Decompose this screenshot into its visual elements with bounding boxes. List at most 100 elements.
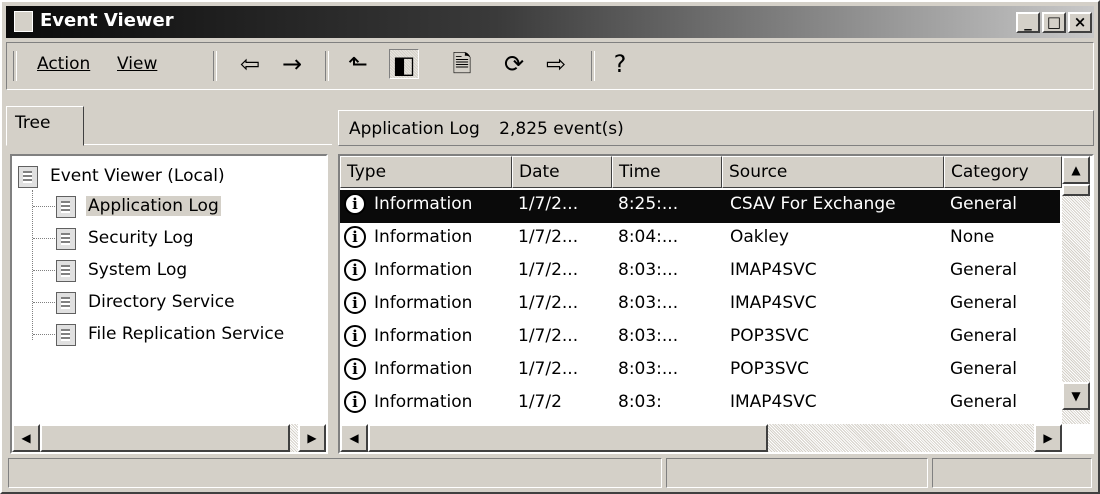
tree-item-label: System Log bbox=[88, 260, 188, 280]
tree-item-label: Event Viewer (Local) bbox=[50, 166, 225, 186]
cell-type: Information bbox=[374, 359, 473, 379]
column-header-date[interactable]: Date bbox=[512, 156, 612, 188]
event-list-horizontal-scrollbar[interactable]: ◀ ▶ bbox=[340, 424, 1062, 452]
scroll-thumb[interactable] bbox=[368, 424, 768, 452]
tree-connector bbox=[32, 190, 34, 340]
cell-type: Information bbox=[374, 260, 473, 280]
cell-date: 1/7/2... bbox=[518, 194, 579, 214]
event-row[interactable]: i Information 1/7/2... 8:03:... IMAP4SVC… bbox=[340, 289, 1060, 322]
status-panel bbox=[666, 458, 928, 488]
log-name: Application Log bbox=[349, 119, 480, 139]
tree-connector bbox=[33, 206, 55, 208]
scroll-right-button[interactable]: ▶ bbox=[1034, 424, 1062, 452]
tree-tab-bar: Tree bbox=[6, 102, 332, 146]
scroll-left-button[interactable]: ◀ bbox=[340, 424, 368, 452]
event-row[interactable]: i Information 1/7/2 8:03: IMAP4SVC Gener… bbox=[340, 388, 1060, 422]
scroll-down-button[interactable]: ▼ bbox=[1062, 382, 1090, 410]
cell-time: 8:03:... bbox=[618, 326, 679, 346]
computer-icon bbox=[18, 166, 38, 188]
cell-type: Information bbox=[374, 293, 473, 313]
cell-date: 1/7/2... bbox=[518, 227, 579, 247]
scroll-right-button[interactable]: ▶ bbox=[298, 424, 326, 452]
scroll-thumb[interactable] bbox=[40, 424, 290, 452]
tree-horizontal-scrollbar[interactable]: ◀ ▶ bbox=[12, 424, 326, 452]
event-row[interactable]: i Information 1/7/2... 8:25:... CSAV For… bbox=[340, 190, 1060, 223]
show-hide-tree-icon[interactable]: ◧ bbox=[389, 49, 419, 79]
log-icon bbox=[56, 324, 76, 346]
cell-time: 8:03:... bbox=[618, 260, 679, 280]
information-icon: i bbox=[344, 193, 366, 215]
log-icon bbox=[56, 260, 76, 282]
close-button[interactable]: × bbox=[1068, 12, 1092, 33]
cell-category: General bbox=[950, 260, 1017, 280]
properties-icon[interactable]: 🗎 bbox=[447, 49, 477, 79]
toolbar-grip[interactable] bbox=[13, 51, 17, 81]
maximize-button[interactable]: □ bbox=[1042, 12, 1066, 33]
information-icon: i bbox=[344, 325, 366, 347]
cell-category: General bbox=[950, 293, 1017, 313]
cell-category: General bbox=[950, 326, 1017, 346]
tree-connector bbox=[33, 334, 55, 336]
cell-date: 1/7/2... bbox=[518, 359, 579, 379]
information-icon: i bbox=[344, 358, 366, 380]
cell-time: 8:04:... bbox=[618, 227, 679, 247]
cell-source: IMAP4SVC bbox=[730, 260, 817, 280]
event-list: Type Date Time Source Category i Informa… bbox=[338, 154, 1094, 454]
refresh-icon[interactable]: ⟳ bbox=[499, 49, 529, 79]
tree-item-label: File Replication Service bbox=[88, 324, 285, 344]
cell-category: General bbox=[950, 392, 1017, 412]
tree-connector bbox=[33, 270, 55, 272]
scroll-left-button[interactable]: ◀ bbox=[12, 424, 40, 452]
minimize-button[interactable]: _ bbox=[1016, 12, 1040, 33]
column-header-source[interactable]: Source bbox=[722, 156, 944, 188]
scroll-thumb[interactable] bbox=[1062, 184, 1090, 196]
tree-item-label: Application Log bbox=[86, 196, 221, 216]
tree-item-label: Directory Service bbox=[88, 292, 235, 312]
cell-source: POP3SVC bbox=[730, 326, 809, 346]
cell-time: 8:25:... bbox=[618, 194, 679, 214]
cell-time: 8:03:... bbox=[618, 293, 679, 313]
cell-time: 8:03:... bbox=[618, 359, 679, 379]
cell-source: IMAP4SVC bbox=[730, 293, 817, 313]
event-row[interactable]: i Information 1/7/2... 8:03:... POP3SVC … bbox=[340, 322, 1060, 355]
cell-category: General bbox=[950, 359, 1017, 379]
cell-category: General bbox=[950, 194, 1017, 214]
tree-connector bbox=[33, 238, 55, 240]
tree-item-label: Security Log bbox=[88, 228, 194, 248]
title-bar[interactable]: Event Viewer _ □ × bbox=[6, 6, 1094, 38]
menu-action[interactable]: Action bbox=[37, 54, 90, 74]
back-arrow-icon[interactable]: ⇦ bbox=[235, 49, 265, 79]
column-header-category[interactable]: Category bbox=[944, 156, 1062, 188]
menu-view-label: View bbox=[117, 54, 158, 74]
cell-category: None bbox=[950, 227, 995, 247]
tree-connector bbox=[33, 302, 55, 304]
cell-source: Oakley bbox=[730, 227, 789, 247]
toolbar-separator bbox=[325, 51, 329, 81]
scroll-up-button[interactable]: ▲ bbox=[1062, 156, 1090, 184]
column-header-type[interactable]: Type bbox=[340, 156, 512, 188]
event-viewer-window: Event Viewer _ □ × Action View ⇦ → ⬑ ◧ 🗎… bbox=[0, 0, 1100, 494]
help-icon[interactable]: ? bbox=[605, 49, 635, 79]
event-viewer-app-icon bbox=[14, 11, 33, 32]
event-list-vertical-scrollbar[interactable]: ▲ ▼ bbox=[1062, 156, 1090, 424]
export-list-icon[interactable]: ⇨ bbox=[541, 49, 571, 79]
column-header-time[interactable]: Time bbox=[612, 156, 722, 188]
cell-date: 1/7/2 bbox=[518, 392, 562, 412]
cell-date: 1/7/2... bbox=[518, 293, 579, 313]
toolbar-grip[interactable] bbox=[213, 51, 217, 81]
event-row[interactable]: i Information 1/7/2... 8:03:... IMAP4SVC… bbox=[340, 256, 1060, 289]
up-one-level-icon[interactable]: ⬑ bbox=[343, 49, 373, 79]
menu-view[interactable]: View bbox=[117, 54, 157, 74]
event-row[interactable]: i Information 1/7/2... 8:03:... POP3SVC … bbox=[340, 355, 1060, 388]
tab-tree[interactable]: Tree bbox=[6, 106, 84, 146]
event-count: 2,825 event(s) bbox=[499, 119, 624, 139]
toolbar: Action View ⇦ → ⬑ ◧ 🗎 ⟳ ⇨ ? bbox=[6, 42, 1094, 90]
log-icon bbox=[56, 196, 76, 218]
tab-divider bbox=[84, 144, 332, 145]
status-panel bbox=[8, 458, 662, 488]
event-row[interactable]: i Information 1/7/2... 8:04:... Oakley N… bbox=[340, 223, 1060, 256]
log-icon bbox=[56, 228, 76, 250]
cell-type: Information bbox=[374, 194, 473, 214]
forward-arrow-icon[interactable]: → bbox=[277, 49, 307, 79]
cell-source: CSAV For Exchange bbox=[730, 194, 896, 214]
